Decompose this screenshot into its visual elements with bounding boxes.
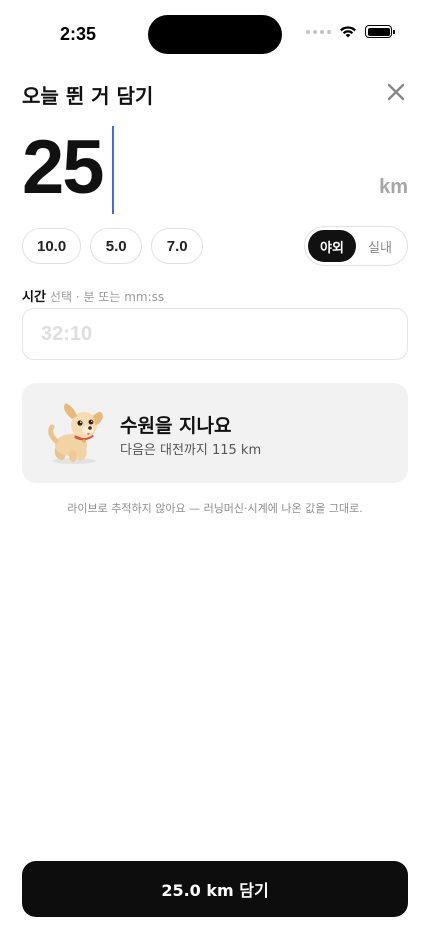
milestone-card: 수원을 지나요 다음은 대전까지 115 km — [22, 383, 408, 483]
status-icons — [306, 25, 395, 38]
close-icon — [387, 83, 405, 101]
preset-chip[interactable]: 10.0 — [22, 228, 82, 264]
signal-dots-icon — [306, 29, 331, 34]
distance-value: 25 — [22, 125, 105, 210]
mode-toggle: 야외 실내 — [304, 226, 408, 266]
milestone-subtitle: 다음은 대전까지 115 km — [120, 443, 262, 458]
mode-option-outdoor[interactable]: 야외 — [308, 230, 356, 262]
preset-chip[interactable]: 5.0 — [90, 228, 143, 264]
dynamic-island — [148, 15, 282, 54]
page-title: 오늘 뛴 거 담기 — [22, 84, 154, 108]
preset-chips: 10.0 5.0 7.0 — [22, 228, 204, 264]
preset-chip[interactable]: 7.0 — [151, 228, 204, 264]
footnote: 라이브로 추적하지 않아요 — 러닝머신·시계에 나온 값을 그대로. — [67, 502, 363, 515]
mode-option-indoor[interactable]: 실내 — [356, 230, 404, 262]
distance-input[interactable]: 25 km — [22, 122, 408, 214]
status-time: 2:35 — [60, 24, 97, 44]
time-hint: 선택 · 분 또는 mm:ss — [49, 290, 165, 304]
time-input[interactable] — [22, 308, 408, 360]
wifi-icon — [340, 26, 356, 38]
milestone-title: 수원을 지나요 — [120, 415, 232, 437]
time-label-row: 시간 선택 · 분 또는 mm:ss — [22, 286, 164, 305]
text-caret — [112, 126, 114, 214]
battery-icon — [365, 25, 395, 38]
close-button[interactable] — [384, 80, 408, 104]
status-bar: 2:35 — [0, 0, 430, 70]
distance-unit: km — [379, 176, 408, 198]
save-button[interactable]: 25.0 km 담기 — [22, 861, 408, 917]
time-label: 시간 — [22, 290, 46, 305]
dog-icon — [48, 403, 103, 464]
